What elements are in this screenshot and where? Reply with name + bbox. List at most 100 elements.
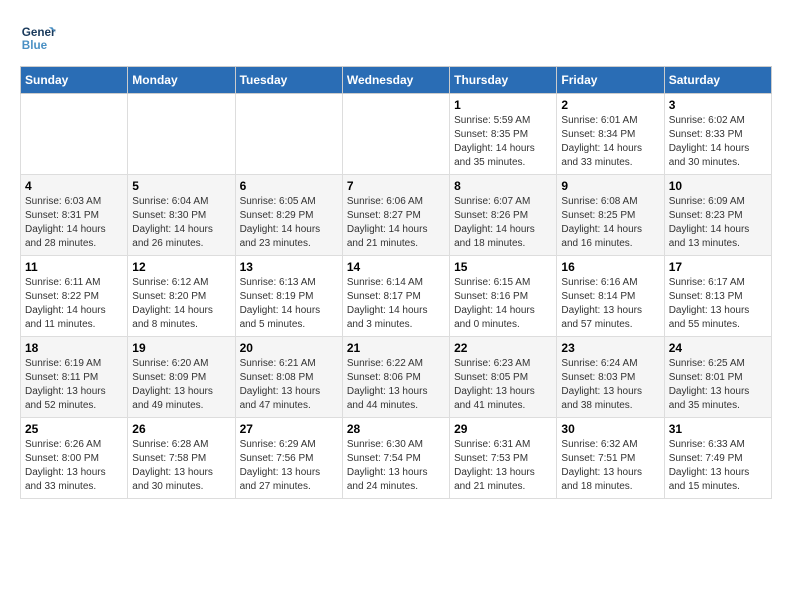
calendar-week-1: 1 Sunrise: 5:59 AM Sunset: 8:35 PM Daylig… bbox=[21, 94, 772, 175]
day-number: 30 bbox=[561, 422, 659, 436]
day-info: Sunrise: 6:05 AM Sunset: 8:29 PM Dayligh… bbox=[240, 195, 338, 251]
calendar-cell: 6 Sunrise: 6:05 AM Sunset: 8:29 PM Daylig… bbox=[235, 175, 342, 256]
day-info: Sunrise: 6:30 AM Sunset: 7:54 PM Dayligh… bbox=[347, 438, 445, 494]
calendar-cell: 21 Sunrise: 6:22 AM Sunset: 8:06 PM Dayli… bbox=[342, 337, 449, 418]
day-info: Sunrise: 6:20 AM Sunset: 8:09 PM Dayligh… bbox=[132, 357, 230, 413]
day-info: Sunrise: 6:22 AM Sunset: 8:06 PM Dayligh… bbox=[347, 357, 445, 413]
header: General Blue bbox=[20, 20, 772, 56]
calendar-cell: 12 Sunrise: 6:12 AM Sunset: 8:20 PM Dayli… bbox=[128, 256, 235, 337]
calendar-cell: 8 Sunrise: 6:07 AM Sunset: 8:26 PM Daylig… bbox=[450, 175, 557, 256]
day-number: 27 bbox=[240, 422, 338, 436]
calendar-cell: 10 Sunrise: 6:09 AM Sunset: 8:23 PM Dayli… bbox=[664, 175, 771, 256]
day-info: Sunrise: 6:28 AM Sunset: 7:58 PM Dayligh… bbox=[132, 438, 230, 494]
day-info: Sunrise: 6:33 AM Sunset: 7:49 PM Dayligh… bbox=[669, 438, 767, 494]
day-info: Sunrise: 6:03 AM Sunset: 8:31 PM Dayligh… bbox=[25, 195, 123, 251]
day-number: 22 bbox=[454, 341, 552, 355]
day-info: Sunrise: 6:23 AM Sunset: 8:05 PM Dayligh… bbox=[454, 357, 552, 413]
day-number: 28 bbox=[347, 422, 445, 436]
day-info: Sunrise: 6:09 AM Sunset: 8:23 PM Dayligh… bbox=[669, 195, 767, 251]
calendar-week-4: 18 Sunrise: 6:19 AM Sunset: 8:11 PM Dayli… bbox=[21, 337, 772, 418]
calendar-header-tuesday: Tuesday bbox=[235, 67, 342, 94]
calendar-cell: 13 Sunrise: 6:13 AM Sunset: 8:19 PM Dayli… bbox=[235, 256, 342, 337]
day-info: Sunrise: 6:01 AM Sunset: 8:34 PM Dayligh… bbox=[561, 114, 659, 170]
calendar-body: 1 Sunrise: 5:59 AM Sunset: 8:35 PM Daylig… bbox=[21, 94, 772, 499]
calendar-cell: 17 Sunrise: 6:17 AM Sunset: 8:13 PM Dayli… bbox=[664, 256, 771, 337]
day-number: 31 bbox=[669, 422, 767, 436]
day-number: 21 bbox=[347, 341, 445, 355]
day-info: Sunrise: 6:12 AM Sunset: 8:20 PM Dayligh… bbox=[132, 276, 230, 332]
day-number: 6 bbox=[240, 179, 338, 193]
calendar-header-friday: Friday bbox=[557, 67, 664, 94]
day-number: 19 bbox=[132, 341, 230, 355]
day-number: 26 bbox=[132, 422, 230, 436]
calendar-cell: 23 Sunrise: 6:24 AM Sunset: 8:03 PM Dayli… bbox=[557, 337, 664, 418]
calendar-cell: 14Sunrise: 6:14 AM Sunset: 8:17 PM Dayli… bbox=[342, 256, 449, 337]
calendar-cell: 28 Sunrise: 6:30 AM Sunset: 7:54 PM Dayli… bbox=[342, 418, 449, 499]
day-number: 17 bbox=[669, 260, 767, 274]
calendar-cell: 2 Sunrise: 6:01 AM Sunset: 8:34 PM Daylig… bbox=[557, 94, 664, 175]
calendar-header-wednesday: Wednesday bbox=[342, 67, 449, 94]
day-info: Sunrise: 5:59 AM Sunset: 8:35 PM Dayligh… bbox=[454, 114, 552, 170]
day-number: 2 bbox=[561, 98, 659, 112]
day-info: Sunrise: 6:25 AM Sunset: 8:01 PM Dayligh… bbox=[669, 357, 767, 413]
calendar-week-5: 25Sunrise: 6:26 AM Sunset: 8:00 PM Dayli… bbox=[21, 418, 772, 499]
calendar-cell: 1 Sunrise: 5:59 AM Sunset: 8:35 PM Daylig… bbox=[450, 94, 557, 175]
calendar-header-sunday: Sunday bbox=[21, 67, 128, 94]
calendar-header-row: SundayMondayTuesdayWednesdayThursdayFrid… bbox=[21, 67, 772, 94]
day-number: 24 bbox=[669, 341, 767, 355]
calendar-cell: 29 Sunrise: 6:31 AM Sunset: 7:53 PM Dayli… bbox=[450, 418, 557, 499]
day-number: 23 bbox=[561, 341, 659, 355]
day-info: Sunrise: 6:13 AM Sunset: 8:19 PM Dayligh… bbox=[240, 276, 338, 332]
day-info: Sunrise: 6:02 AM Sunset: 8:33 PM Dayligh… bbox=[669, 114, 767, 170]
calendar-cell: 9Sunrise: 6:08 AM Sunset: 8:25 PM Daylig… bbox=[557, 175, 664, 256]
logo: General Blue bbox=[20, 20, 62, 56]
calendar-header-thursday: Thursday bbox=[450, 67, 557, 94]
calendar-cell: 16Sunrise: 6:16 AM Sunset: 8:14 PM Dayli… bbox=[557, 256, 664, 337]
calendar-cell: 30 Sunrise: 6:32 AM Sunset: 7:51 PM Dayli… bbox=[557, 418, 664, 499]
day-info: Sunrise: 6:24 AM Sunset: 8:03 PM Dayligh… bbox=[561, 357, 659, 413]
calendar-header-monday: Monday bbox=[128, 67, 235, 94]
calendar-week-2: 4 Sunrise: 6:03 AM Sunset: 8:31 PM Daylig… bbox=[21, 175, 772, 256]
day-number: 7 bbox=[347, 179, 445, 193]
calendar-cell: 18 Sunrise: 6:19 AM Sunset: 8:11 PM Dayli… bbox=[21, 337, 128, 418]
day-number: 3 bbox=[669, 98, 767, 112]
day-number: 8 bbox=[454, 179, 552, 193]
calendar-table: SundayMondayTuesdayWednesdayThursdayFrid… bbox=[20, 66, 772, 499]
day-info: Sunrise: 6:31 AM Sunset: 7:53 PM Dayligh… bbox=[454, 438, 552, 494]
calendar-cell: 22 Sunrise: 6:23 AM Sunset: 8:05 PM Dayli… bbox=[450, 337, 557, 418]
calendar-cell bbox=[235, 94, 342, 175]
day-number: 5 bbox=[132, 179, 230, 193]
calendar-cell: 4 Sunrise: 6:03 AM Sunset: 8:31 PM Daylig… bbox=[21, 175, 128, 256]
day-number: 4 bbox=[25, 179, 123, 193]
day-info: Sunrise: 6:26 AM Sunset: 8:00 PM Dayligh… bbox=[25, 438, 123, 494]
calendar-week-3: 11 Sunrise: 6:11 AM Sunset: 8:22 PM Dayli… bbox=[21, 256, 772, 337]
day-number: 14 bbox=[347, 260, 445, 274]
day-number: 29 bbox=[454, 422, 552, 436]
calendar-cell: 15Sunrise: 6:15 AM Sunset: 8:16 PM Dayli… bbox=[450, 256, 557, 337]
day-number: 18 bbox=[25, 341, 123, 355]
day-number: 12 bbox=[132, 260, 230, 274]
day-info: Sunrise: 6:32 AM Sunset: 7:51 PM Dayligh… bbox=[561, 438, 659, 494]
day-info: Sunrise: 6:04 AM Sunset: 8:30 PM Dayligh… bbox=[132, 195, 230, 251]
calendar-cell bbox=[21, 94, 128, 175]
day-info: Sunrise: 6:11 AM Sunset: 8:22 PM Dayligh… bbox=[25, 276, 123, 332]
day-number: 11 bbox=[25, 260, 123, 274]
calendar-cell: 7 Sunrise: 6:06 AM Sunset: 8:27 PM Daylig… bbox=[342, 175, 449, 256]
day-info: Sunrise: 6:21 AM Sunset: 8:08 PM Dayligh… bbox=[240, 357, 338, 413]
calendar-cell: 24 Sunrise: 6:25 AM Sunset: 8:01 PM Dayli… bbox=[664, 337, 771, 418]
day-info: Sunrise: 6:08 AM Sunset: 8:25 PM Dayligh… bbox=[561, 195, 659, 251]
day-info: Sunrise: 6:17 AM Sunset: 8:13 PM Dayligh… bbox=[669, 276, 767, 332]
day-info: Sunrise: 6:07 AM Sunset: 8:26 PM Dayligh… bbox=[454, 195, 552, 251]
day-number: 15 bbox=[454, 260, 552, 274]
calendar-cell: 5 Sunrise: 6:04 AM Sunset: 8:30 PM Daylig… bbox=[128, 175, 235, 256]
calendar-cell: 3 Sunrise: 6:02 AM Sunset: 8:33 PM Daylig… bbox=[664, 94, 771, 175]
calendar-cell bbox=[342, 94, 449, 175]
calendar-cell: 26 Sunrise: 6:28 AM Sunset: 7:58 PM Dayli… bbox=[128, 418, 235, 499]
day-number: 10 bbox=[669, 179, 767, 193]
day-number: 13 bbox=[240, 260, 338, 274]
day-info: Sunrise: 6:19 AM Sunset: 8:11 PM Dayligh… bbox=[25, 357, 123, 413]
day-info: Sunrise: 6:06 AM Sunset: 8:27 PM Dayligh… bbox=[347, 195, 445, 251]
day-number: 1 bbox=[454, 98, 552, 112]
day-info: Sunrise: 6:29 AM Sunset: 7:56 PM Dayligh… bbox=[240, 438, 338, 494]
calendar-cell: 19 Sunrise: 6:20 AM Sunset: 8:09 PM Dayli… bbox=[128, 337, 235, 418]
